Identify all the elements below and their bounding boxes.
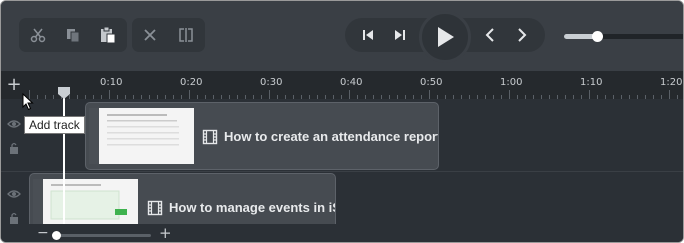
- ruler-tick-label: 0:20: [180, 77, 203, 88]
- ruler-tick-label: 0:40: [340, 77, 363, 88]
- ruler-tick: [349, 90, 350, 99]
- mouse-cursor-icon: [22, 93, 34, 111]
- step-forward-button[interactable]: [383, 18, 417, 52]
- add-track-button[interactable]: +: [5, 75, 23, 95]
- clip-thumbnail: [89, 108, 194, 164]
- zoom-knob[interactable]: [52, 231, 61, 240]
- cut-group: [132, 18, 205, 52]
- step-back-icon: [363, 30, 373, 40]
- x-icon: [144, 29, 156, 41]
- lock-icon[interactable]: [7, 211, 21, 225]
- scrub-knob[interactable]: [591, 31, 603, 42]
- zoom-in-button[interactable]: +: [159, 224, 172, 242]
- paste-icon: [101, 26, 116, 44]
- next-button[interactable]: [505, 18, 539, 52]
- ruler-tick: [189, 90, 190, 99]
- scrub-slider[interactable]: [564, 31, 683, 42]
- play-icon: [438, 27, 454, 47]
- paste-button[interactable]: [91, 18, 125, 52]
- clip-thumbnail: [33, 179, 138, 225]
- delete-button[interactable]: [133, 18, 167, 52]
- next-icon: [518, 28, 527, 42]
- ruler-tick-label: 1:20: [660, 77, 683, 88]
- split-button[interactable]: [169, 18, 203, 52]
- ruler-tick-label: 1:00: [500, 77, 523, 88]
- tooltip: Add track: [24, 116, 85, 134]
- ruler-tick-label: 0:50: [420, 77, 443, 88]
- film-icon: [202, 129, 218, 145]
- zoom-bar: − +: [1, 224, 683, 242]
- ruler-tick-label: 0:10: [100, 77, 123, 88]
- media-clip[interactable]: How to create an attendance report?: [85, 102, 439, 170]
- tracks-area: How to create an attendance report? How …: [1, 99, 683, 242]
- ruler-tick: [509, 90, 510, 99]
- toolbar: [1, 1, 683, 71]
- step-back-button[interactable]: [351, 18, 385, 52]
- scissors-icon: [30, 28, 46, 43]
- track-divider: [1, 171, 683, 172]
- play-button[interactable]: [419, 11, 471, 63]
- thumbnail-image: [99, 108, 194, 164]
- prev-icon: [485, 28, 494, 42]
- prev-button[interactable]: [473, 18, 507, 52]
- thumbnail-image: [43, 179, 138, 225]
- cut-button[interactable]: [21, 18, 55, 52]
- playhead-handle[interactable]: [57, 86, 71, 100]
- edit-group: [19, 18, 127, 52]
- ruler-tick-label: 0:30: [260, 77, 283, 88]
- clip-title: How to manage events in iSp: [169, 200, 336, 215]
- ruler-tick: [589, 90, 590, 99]
- copy-icon: [67, 29, 80, 43]
- zoom-out-button[interactable]: −: [37, 225, 49, 241]
- playhead-line[interactable]: [63, 95, 65, 226]
- timeline-editor: + 0:10 0:20 0:30 0:40 0:50 1:00 1:10 1:20: [0, 0, 684, 243]
- clip-title: How to create an attendance report?: [224, 129, 439, 144]
- eye-icon[interactable]: [7, 117, 21, 131]
- ruler-tick: [669, 90, 670, 99]
- ruler-tick: [269, 90, 270, 99]
- copy-button[interactable]: [56, 18, 90, 52]
- film-icon: [147, 200, 163, 216]
- eye-icon[interactable]: [7, 187, 21, 201]
- ruler-tick: [429, 90, 430, 99]
- zoom-track[interactable]: [53, 234, 151, 237]
- split-icon: [179, 28, 193, 42]
- time-ruler[interactable]: + 0:10 0:20 0:30 0:40 0:50 1:00 1:10 1:20: [1, 71, 683, 99]
- ruler-tick-label: 1:10: [580, 77, 603, 88]
- ruler-tick: [109, 90, 110, 99]
- lock-icon[interactable]: [7, 141, 21, 155]
- step-forward-icon: [395, 30, 405, 40]
